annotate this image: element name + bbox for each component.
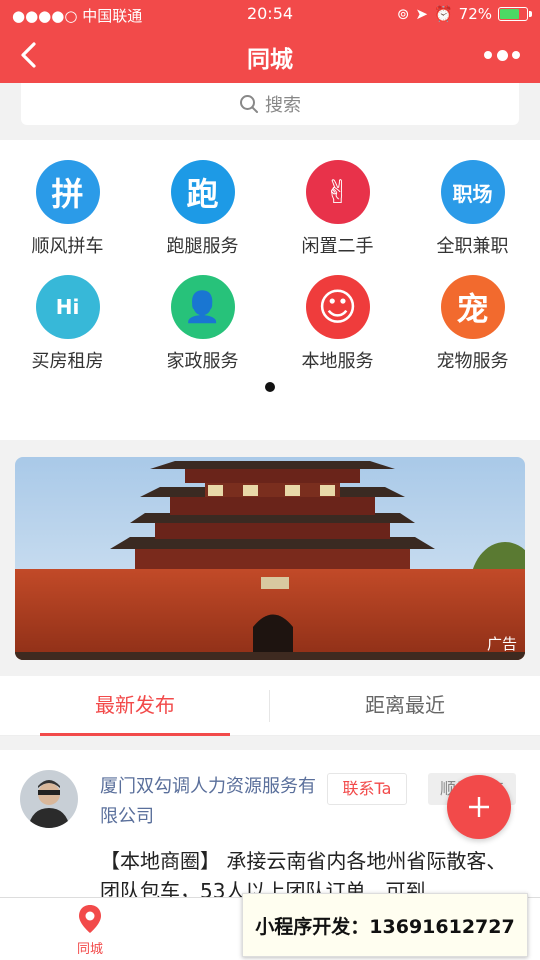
search-icon xyxy=(240,95,258,113)
secondhand-icon: ✌ xyxy=(305,160,370,224)
plus-icon xyxy=(469,797,489,817)
bottom-nav-city[interactable]: 同城 xyxy=(0,904,180,957)
category-label: 顺风拼车 xyxy=(31,236,104,257)
housekeeping-icon: 👤 xyxy=(170,275,235,339)
search-input[interactable]: 搜索 xyxy=(21,83,519,125)
errand-icon: 跑 xyxy=(170,160,235,224)
category-label: 家政服务 xyxy=(166,351,239,372)
pet-icon: 宠 xyxy=(440,275,505,339)
category-house[interactable]: Hi 买房租房 xyxy=(0,275,135,373)
category-errand[interactable]: 跑 跑腿服务 xyxy=(135,160,270,258)
lock-rotation-icon: ⊚ xyxy=(396,5,410,23)
navbar: 同城 xyxy=(0,28,540,83)
tab-latest[interactable]: 最新发布 xyxy=(0,676,270,736)
battery-percent: 72% xyxy=(458,5,492,23)
bottom-nav-label: 同城 xyxy=(76,942,103,957)
category-secondhand[interactable]: ✌ 闲置二手 xyxy=(270,160,405,258)
tab-nearest[interactable]: 距离最近 xyxy=(270,676,540,736)
category-grid: 拼 顺风拼车 跑 跑腿服务 ✌ 闲置二手 职场 全职兼职 Hi 买房租房 👤 家… xyxy=(0,140,540,440)
tab-active-underline xyxy=(40,733,230,736)
category-pet[interactable]: 宠 宠物服务 xyxy=(405,275,540,373)
carpool-icon: 拼 xyxy=(35,160,100,224)
search-area: 搜索 xyxy=(0,83,540,140)
alarm-icon: ⏰ xyxy=(433,5,453,23)
developer-contact-banner[interactable]: 小程序开发：13691612727 xyxy=(242,893,528,957)
add-post-button[interactable] xyxy=(447,775,511,839)
contact-button[interactable]: 联系Ta xyxy=(327,773,407,805)
category-local-service[interactable]: ☺ 本地服务 xyxy=(270,275,405,373)
header: ●●●●○ 中国联通 20:54 ⊚ ➤ ⏰ 72% 同城 xyxy=(0,0,540,83)
post-company[interactable]: 厦门双勾调人力资源服务有限公司 xyxy=(100,772,322,832)
battery-icon xyxy=(498,7,532,21)
status-bar: ●●●●○ 中国联通 20:54 ⊚ ➤ ⏰ 72% xyxy=(0,0,540,28)
category-label: 闲置二手 xyxy=(301,236,374,257)
tab-bar: 最新发布 距离最近 xyxy=(0,676,540,736)
city-gate-image xyxy=(15,457,525,660)
more-dots-icon[interactable] xyxy=(484,42,520,68)
category-housekeeping[interactable]: 👤 家政服务 xyxy=(135,275,270,373)
house-icon: Hi xyxy=(35,275,100,339)
ad-banner[interactable]: 广告 xyxy=(15,457,525,660)
ad-label: 广告 xyxy=(486,635,517,653)
avatar[interactable] xyxy=(20,770,78,828)
category-label: 跑腿服务 xyxy=(166,236,239,257)
status-right: ⊚ ➤ ⏰ 72% xyxy=(396,5,532,23)
search-placeholder: 搜索 xyxy=(265,95,301,116)
category-label: 宠物服务 xyxy=(436,351,509,372)
page-title: 同城 xyxy=(247,47,293,73)
category-job[interactable]: 职场 全职兼职 xyxy=(405,160,540,258)
location-icon: ➤ xyxy=(415,5,428,23)
local-service-icon: ☺ xyxy=(305,275,370,339)
category-label: 本地服务 xyxy=(301,351,374,372)
category-label: 全职兼职 xyxy=(436,236,509,257)
location-pin-icon xyxy=(79,905,101,933)
page-indicator-dot[interactable] xyxy=(265,382,275,392)
job-icon: 职场 xyxy=(440,160,505,224)
category-label: 买房租房 xyxy=(31,351,104,372)
category-carpool[interactable]: 拼 顺风拼车 xyxy=(0,160,135,258)
